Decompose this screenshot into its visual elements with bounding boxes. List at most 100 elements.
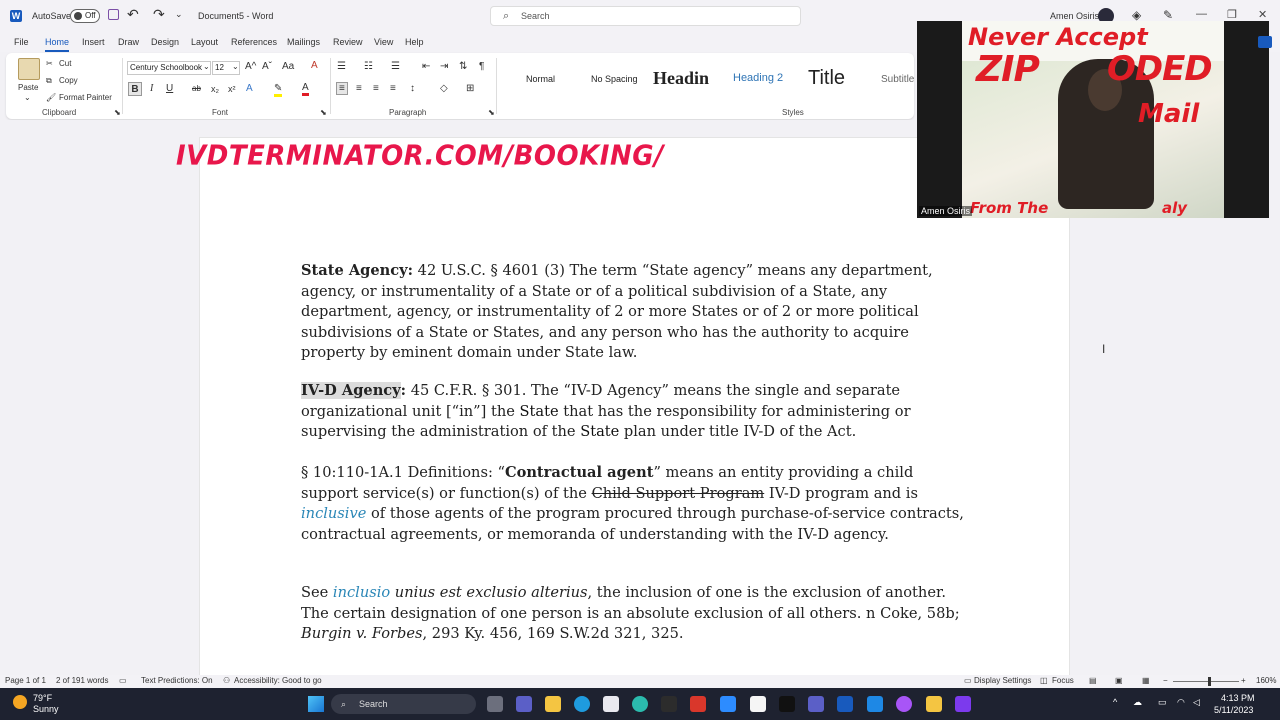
tab-insert[interactable]: Insert	[82, 37, 105, 47]
superscript-button[interactable]: x²	[228, 84, 236, 94]
download-icon[interactable]	[867, 696, 883, 712]
word-count[interactable]: 2 of 191 words	[56, 676, 108, 685]
share-icon[interactable]	[1258, 36, 1272, 48]
file-explorer-icon[interactable]	[545, 696, 561, 712]
edge-icon[interactable]	[574, 696, 590, 712]
grow-font-button[interactable]: A^	[245, 61, 256, 72]
clear-formatting-button[interactable]: A	[311, 60, 318, 71]
zoom-slider-thumb[interactable]	[1208, 677, 1211, 686]
task-view-icon[interactable]	[487, 696, 503, 712]
wifi-icon[interactable]: ◠	[1177, 697, 1185, 708]
minimize-button[interactable]: —	[1196, 8, 1207, 20]
zoom-in-button[interactable]: +	[1241, 676, 1246, 685]
chrome-icon[interactable]	[632, 696, 648, 712]
autosave-toggle[interactable]: Off	[70, 9, 100, 23]
zoom-level[interactable]: 160%	[1256, 676, 1276, 685]
format-painter-button[interactable]: Format Painter	[59, 93, 112, 102]
search-box[interactable]: ⌕ Search	[490, 6, 801, 26]
store-icon[interactable]	[603, 696, 619, 712]
copy-icon[interactable]: ⧉	[46, 76, 52, 86]
tab-layout[interactable]: Layout	[191, 37, 218, 47]
shading-icon[interactable]: ◇	[440, 83, 448, 94]
tiktok-icon[interactable]	[779, 696, 795, 712]
tab-view[interactable]: View	[374, 37, 393, 47]
bold-button[interactable]: B	[128, 82, 142, 96]
teams-icon[interactable]	[808, 696, 824, 712]
folder-icon[interactable]	[926, 696, 942, 712]
page-count[interactable]: Page 1 of 1	[5, 676, 46, 685]
numbering-icon[interactable]: ☷	[364, 61, 373, 72]
text-predictions-status[interactable]: Text Predictions: On	[141, 676, 213, 685]
decrease-indent-icon[interactable]: ⇤	[422, 61, 430, 72]
chat-icon[interactable]	[516, 696, 532, 712]
onedrive-icon[interactable]: ☁	[1133, 697, 1142, 708]
weather-temp[interactable]: 79°F	[33, 693, 52, 703]
notepad-icon[interactable]	[750, 696, 766, 712]
style-subtitle[interactable]: Subtitle	[881, 74, 914, 85]
tab-design[interactable]: Design	[151, 37, 179, 47]
weather-desc[interactable]: Sunny	[33, 704, 59, 714]
chevron-up-icon[interactable]: ^	[1113, 697, 1117, 707]
pen-icon[interactable]: ✎	[1163, 8, 1173, 22]
strikethrough-button[interactable]: ab	[192, 84, 201, 93]
increase-indent-icon[interactable]: ⇥	[440, 61, 448, 72]
tab-home[interactable]: Home	[45, 37, 70, 52]
tab-help[interactable]: Help	[405, 37, 424, 47]
app-a-icon[interactable]	[661, 696, 677, 712]
subscript-button[interactable]: x₂	[211, 84, 219, 94]
format-painter-icon[interactable]: 🖌	[46, 93, 56, 102]
display-settings-icon[interactable]: ▭	[964, 676, 972, 685]
word-taskbar-icon[interactable]	[837, 696, 853, 712]
paragraph-launcher-icon[interactable]: ⬊	[488, 108, 495, 117]
paste-icon[interactable]	[18, 58, 40, 80]
style-title[interactable]: Title	[808, 67, 845, 90]
web-layout-icon[interactable]: ▦	[1142, 676, 1150, 685]
quick-access-more-icon[interactable]: ⌄	[175, 9, 183, 20]
clipboard-launcher-icon[interactable]: ⬊	[114, 108, 121, 117]
save-icon[interactable]	[108, 9, 119, 20]
show-formatting-button[interactable]: ¶	[479, 61, 484, 72]
display-settings-button[interactable]: Display Settings	[974, 676, 1031, 685]
undo-icon[interactable]: ↶	[127, 6, 139, 23]
multilevel-list-icon[interactable]: ☰	[391, 61, 400, 72]
paragraph-ivd-agency[interactable]: IV-D Agency: 45 C.F.R. § 301. The “IV-D …	[301, 381, 966, 443]
zoom-slider[interactable]	[1173, 681, 1239, 682]
messenger-icon[interactable]	[896, 696, 912, 712]
accessibility-status[interactable]: Accessibility: Good to go	[234, 676, 322, 685]
paste-dropdown-icon[interactable]: ⌄	[24, 93, 31, 102]
tab-file[interactable]: File	[14, 37, 29, 47]
font-size-dropdown-icon[interactable]: ⌄	[232, 62, 239, 71]
align-center-icon[interactable]: ≡	[356, 83, 362, 94]
font-family-dropdown-icon[interactable]: ⌄	[203, 62, 210, 71]
tab-review[interactable]: Review	[333, 37, 363, 47]
paragraph-state-agency[interactable]: State Agency: 42 U.S.C. § 4601 (3) The t…	[301, 261, 966, 364]
focus-button[interactable]: Focus	[1052, 676, 1074, 685]
sort-icon[interactable]: ⇅	[459, 61, 467, 72]
copy-button[interactable]: Copy	[59, 76, 78, 85]
weather-icon[interactable]	[13, 695, 27, 709]
redo-icon[interactable]: ↷	[153, 6, 165, 23]
clock-date[interactable]: 5/11/2023	[1214, 705, 1253, 715]
clock-time[interactable]: 4:13 PM	[1221, 693, 1255, 703]
close-button[interactable]: ✕	[1258, 8, 1267, 21]
bullets-icon[interactable]: ☰	[337, 61, 346, 72]
read-mode-icon[interactable]: ▤	[1089, 676, 1097, 685]
zoom-app-icon[interactable]	[720, 696, 736, 712]
diamond-icon[interactable]: ◈	[1132, 8, 1141, 22]
font-color-icon[interactable]: A	[302, 82, 309, 96]
cut-icon[interactable]: ✂	[46, 59, 53, 68]
line-spacing-icon[interactable]: ↕	[410, 83, 415, 94]
tab-references[interactable]: References	[231, 37, 277, 47]
cut-button[interactable]: Cut	[59, 59, 71, 68]
app-purple-icon[interactable]	[955, 696, 971, 712]
focus-icon[interactable]: ◫	[1040, 676, 1048, 685]
network-icon[interactable]: ▭	[1158, 697, 1167, 708]
style-no-spacing[interactable]: No Spacing	[591, 74, 638, 84]
zoom-out-button[interactable]: −	[1163, 676, 1168, 685]
paragraph-contractual-agent[interactable]: § 10:110-1A.1 Definitions: “Contractual …	[301, 463, 966, 545]
change-case-button[interactable]: Aa	[282, 61, 294, 72]
font-family-select[interactable]: Century Schoolbook	[127, 61, 211, 75]
paragraph-inclusio[interactable]: See inclusio unius est exclusio alterius…	[301, 583, 966, 645]
style-normal[interactable]: Normal	[526, 74, 555, 84]
align-left-icon[interactable]: ≡	[336, 82, 348, 95]
